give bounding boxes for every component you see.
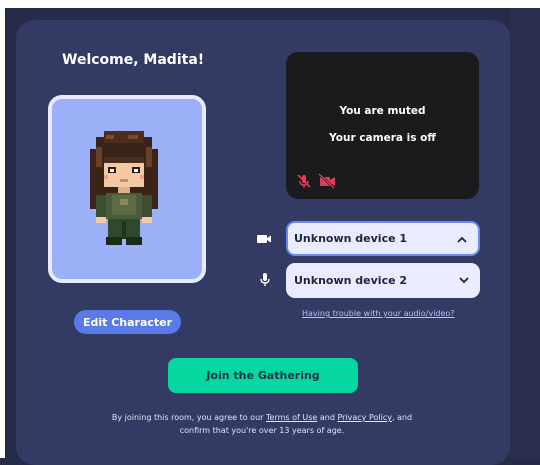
avatar-sprite — [90, 131, 158, 245]
microphone-device-value: Unknown device 2 — [294, 274, 408, 287]
screen-edge-top — [0, 0, 540, 8]
av-troubleshoot-link[interactable]: Having trouble with your audio/video? — [302, 309, 455, 318]
avatar-preview — [48, 95, 206, 283]
background-strip — [510, 8, 540, 458]
welcome-title: Welcome, Madita! — [62, 52, 205, 68]
terms-of-use-link[interactable]: Terms of Use — [266, 413, 317, 422]
chevron-down-icon — [459, 277, 469, 284]
legal-prefix: By joining this room, you agree to our — [111, 413, 266, 422]
video-preview: You are muted Your camera is off — [286, 52, 479, 199]
legal-mid: and — [317, 413, 338, 422]
edit-character-button[interactable]: Edit Character — [74, 310, 181, 334]
camera-status: Your camera is off — [329, 132, 436, 144]
screen-edge-left — [0, 0, 5, 458]
mic-off-icon[interactable] — [296, 173, 312, 189]
microphone-icon — [260, 273, 270, 286]
video-camera-icon — [257, 235, 271, 243]
legal-notice: By joining this room, you agree to our T… — [104, 411, 420, 437]
privacy-policy-link[interactable]: Privacy Policy — [337, 413, 392, 422]
camera-device-value: Unknown device 1 — [294, 232, 408, 245]
join-gathering-button[interactable]: Join the Gathering — [168, 358, 358, 393]
video-off-icon[interactable] — [318, 173, 336, 189]
microphone-device-select[interactable]: Unknown device 2 — [286, 263, 480, 298]
chevron-up-icon — [457, 236, 467, 243]
camera-device-select[interactable]: Unknown device 1 — [286, 221, 480, 256]
muted-status: You are muted — [339, 105, 426, 117]
